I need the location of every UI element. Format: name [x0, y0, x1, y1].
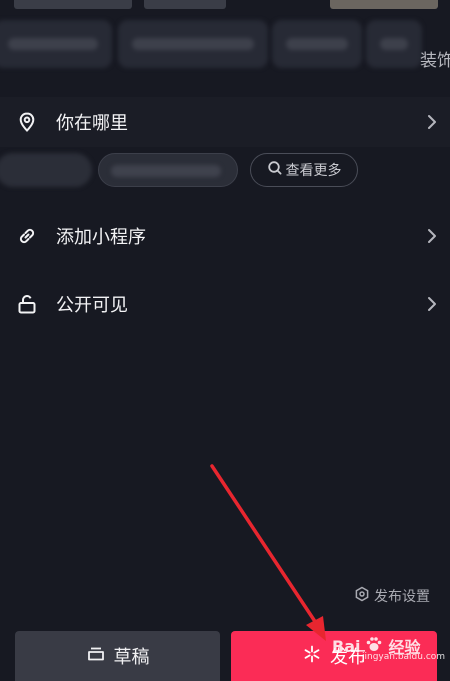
tray-icon	[86, 644, 106, 668]
watermark-brand: Bai	[332, 636, 361, 656]
tag-chip[interactable]	[118, 20, 268, 68]
draft-label: 草稿	[113, 647, 150, 668]
tag-chip[interactable]	[0, 20, 112, 68]
location-suggestions: 查看更多	[0, 153, 450, 191]
tag-chip[interactable]	[366, 20, 422, 68]
chevron-right-icon	[426, 296, 438, 312]
unlock-icon	[16, 293, 38, 315]
publish-settings-link[interactable]: 发布设置	[354, 586, 430, 606]
publish-settings-label: 发布设置	[374, 589, 430, 605]
top-media-strip	[0, 0, 450, 10]
location-pin-icon	[16, 111, 38, 133]
tag-suggestion-row: 装饰	[0, 14, 450, 78]
watermark-url: jingyan.baidu.com	[362, 652, 446, 662]
visibility-row[interactable]: 公开可见	[0, 279, 450, 329]
media-thumb-2[interactable]	[144, 0, 226, 9]
view-more-button[interactable]: 查看更多	[250, 153, 358, 187]
media-thumb-1[interactable]	[14, 0, 132, 9]
mini-program-row[interactable]: 添加小程序	[0, 211, 450, 261]
draft-button[interactable]: 草稿	[15, 631, 220, 681]
link-icon	[16, 225, 38, 247]
watermark-logo: Bai 经验 jingyan.baidu.com	[332, 634, 445, 663]
hexagon-gear-icon	[354, 586, 370, 606]
mini-program-label: 添加小程序	[56, 227, 146, 248]
chevron-right-icon	[426, 114, 438, 130]
location-row[interactable]: 你在哪里	[0, 97, 450, 147]
chevron-right-icon	[426, 228, 438, 244]
location-chip[interactable]	[98, 153, 238, 187]
tag-chip[interactable]	[272, 20, 362, 68]
location-chip[interactable]	[0, 153, 92, 187]
media-thumb-3[interactable]	[330, 0, 438, 9]
decoration-label[interactable]: 装饰	[420, 46, 450, 71]
location-label: 你在哪里	[56, 113, 128, 134]
visibility-label: 公开可见	[56, 295, 128, 316]
search-icon	[267, 160, 283, 180]
view-more-label: 查看更多	[285, 163, 342, 179]
sparkle-icon	[302, 644, 322, 668]
